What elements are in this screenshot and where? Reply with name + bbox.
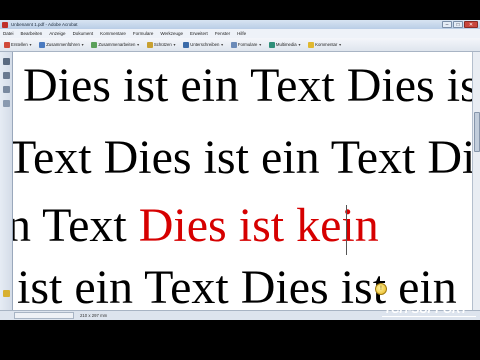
chevron-down-icon: ▼ <box>258 42 262 47</box>
menu-datei[interactable]: Datei <box>3 31 14 36</box>
window-controls: – □ ✕ <box>442 21 478 28</box>
close-button[interactable]: ✕ <box>464 21 478 28</box>
menu-bar: Datei Bearbeiten Anzeige Dokument Kommen… <box>0 29 480 38</box>
window-title: Unbenannt 1.pdf - Adobe Acrobat <box>11 22 78 27</box>
vertical-scrollbar[interactable] <box>472 52 480 310</box>
chevron-down-icon: ▼ <box>136 42 140 47</box>
secure-label: Schützen <box>153 42 172 47</box>
navigation-panel <box>0 52 13 310</box>
combine-button[interactable]: Zusammenführen ▼ <box>37 40 86 50</box>
combine-icon <box>39 41 46 48</box>
text-cursor <box>346 205 347 255</box>
minimize-button[interactable]: – <box>442 21 452 28</box>
menu-fenster[interactable]: Fenster <box>215 31 230 36</box>
menu-bearbeiten[interactable]: Bearbeiten <box>21 31 43 36</box>
scrollbar-thumb[interactable] <box>474 112 480 152</box>
secure-button[interactable]: Schützen ▼ <box>145 40 178 50</box>
watermark-underline <box>382 316 476 317</box>
combine-label: Zusammenführen <box>46 42 80 47</box>
layers-icon[interactable] <box>3 100 10 107</box>
collaborate-icon <box>91 41 98 48</box>
collaborate-button[interactable]: Zusammenarbeiten ▼ <box>89 40 142 50</box>
speech-bubble-icon <box>308 41 315 48</box>
sign-label: Unterschreiben <box>190 42 220 47</box>
create-button[interactable]: Erstellen ▼ <box>2 40 34 50</box>
signature-icon[interactable] <box>3 86 10 93</box>
forms-label: Formulare <box>237 42 258 47</box>
forms-button[interactable]: Formulare ▼ <box>229 40 264 50</box>
create-label: Erstellen <box>11 42 28 47</box>
comment-label: Kommentar <box>315 42 338 47</box>
form-icon <box>230 41 237 48</box>
menu-anzeige[interactable]: Anzeige <box>49 31 65 36</box>
film-icon <box>268 41 275 48</box>
attachment-icon[interactable] <box>3 290 10 297</box>
comment-marker-icon[interactable]: ! <box>375 283 387 295</box>
title-bar: Unbenannt 1.pdf - Adobe Acrobat – □ ✕ <box>0 20 480 29</box>
menu-formulare[interactable]: Formulare <box>133 31 154 36</box>
document-text-line-2: Text Dies ist ein Text Dies <box>13 131 472 184</box>
chevron-down-icon: ▼ <box>220 42 224 47</box>
chevron-down-icon: ▼ <box>297 42 302 47</box>
collaborate-label: Zusammenarbeiten <box>98 42 136 47</box>
multimedia-label: Multimedia <box>275 42 297 47</box>
maximize-button[interactable]: □ <box>453 21 463 28</box>
comment-button[interactable]: Kommentar ▼ <box>306 40 344 50</box>
acrobat-app-icon <box>2 21 8 28</box>
multimedia-button[interactable]: Multimedia ▼ <box>267 40 303 50</box>
horizontal-scrollbar[interactable] <box>14 312 74 319</box>
document-text-line-3: n Text Dies ist kein <box>13 202 379 250</box>
menu-werkzeuge[interactable]: Werkzeuge <box>160 31 183 36</box>
acrobat-window: Unbenannt 1.pdf - Adobe Acrobat – □ ✕ Da… <box>0 20 480 320</box>
menu-kommentare[interactable]: Kommentare <box>100 31 126 36</box>
page-size-label: 210 x 297 mm <box>80 313 108 318</box>
create-pdf-icon <box>4 41 10 48</box>
lock-icon <box>146 41 153 48</box>
chevron-down-icon: ▼ <box>172 42 177 47</box>
menu-erweitert[interactable]: Erweitert <box>190 31 208 36</box>
highlighted-text-run: Dies ist kein <box>138 199 379 252</box>
chevron-down-icon: ▼ <box>338 42 342 47</box>
chevron-down-icon: ▼ <box>28 42 33 47</box>
chevron-down-icon: ▼ <box>80 42 85 47</box>
menu-dokument[interactable]: Dokument <box>73 31 94 36</box>
menu-hilfe[interactable]: Hilfe <box>237 31 246 36</box>
document-text-line-1: Dies ist ein Text Dies ist ein <box>23 59 472 112</box>
sign-button[interactable]: Unterschreiben ▼ <box>181 40 226 50</box>
bookmark-icon[interactable] <box>3 72 10 79</box>
toolbar: Erstellen ▼ Zusammenführen ▼ Zusammenarb… <box>0 38 480 52</box>
pages-icon[interactable] <box>3 58 10 65</box>
watermark-logo: TCH-SUPPORT <box>384 302 468 316</box>
pen-icon <box>183 41 190 48</box>
document-canvas[interactable]: Dies ist ein Text Dies ist ein Text Dies… <box>13 52 472 310</box>
plain-text-run: n Text <box>13 199 139 252</box>
